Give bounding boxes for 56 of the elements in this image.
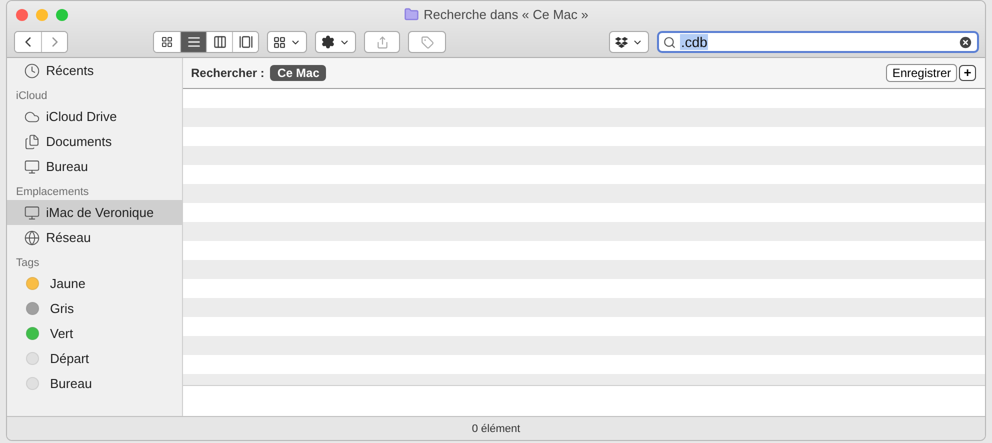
clear-icon[interactable] <box>958 34 973 50</box>
clock-icon <box>24 62 40 78</box>
sidebar-item[interactable]: Documents <box>7 129 182 154</box>
sidebar-item-label: Départ <box>50 351 90 366</box>
tag-icon <box>420 36 434 48</box>
window-title: Recherche dans « Ce Mac » <box>424 7 588 22</box>
sidebar-item-label: Bureau <box>46 159 88 174</box>
sidebar-item[interactable]: Jaune <box>7 271 182 296</box>
sidebar-item[interactable]: Vert <box>7 321 182 346</box>
desktop-icon <box>24 158 40 174</box>
dropbox-button[interactable] <box>608 31 649 53</box>
gallery-icon <box>238 35 253 49</box>
sidebar-section-title: Emplacements <box>15 185 90 200</box>
sidebar-item[interactable]: Réseau <box>7 225 182 250</box>
sidebar-section-title: iCloud <box>15 89 48 104</box>
globe-icon <box>24 230 40 246</box>
group-button[interactable] <box>267 31 308 53</box>
sidebar-item-label: Réseau <box>46 230 91 245</box>
sidebar-section-title: Tags <box>15 256 40 271</box>
sidebar-item-label: Bureau <box>50 376 92 391</box>
sidebar-item-label: Vert <box>50 326 74 341</box>
view-button[interactable] <box>180 32 206 52</box>
grid-icon <box>273 36 286 48</box>
sidebar-item[interactable]: Récents <box>7 58 182 83</box>
search-icon <box>662 36 676 48</box>
computer-icon <box>24 204 40 220</box>
sidebar-item-label: iMac de Veronique <box>46 205 154 220</box>
view-switcher[interactable] <box>153 31 260 53</box>
add-button[interactable]: + <box>959 65 976 81</box>
sidebar-item-label: Jaune <box>50 276 86 291</box>
folder-icon <box>404 7 419 22</box>
sidebar-item-label: Gris <box>50 301 74 316</box>
search-query: .cdb <box>680 34 708 50</box>
sidebar-item[interactable]: iMac de Veronique <box>7 200 182 225</box>
action-button[interactable] <box>315 31 356 53</box>
sidebar-item-label: Documents <box>46 134 112 149</box>
sidebar-item[interactable]: iCloud Drive <box>7 104 182 129</box>
search-field[interactable]: .cdb <box>656 31 979 53</box>
share-icon <box>376 36 389 48</box>
sidebar-item-label: Récents <box>46 63 94 78</box>
scope-button[interactable]: Ce Mac <box>270 65 326 81</box>
columns-icon <box>212 35 227 49</box>
view-button[interactable] <box>232 32 258 52</box>
documents-icon <box>24 134 40 150</box>
gear-icon <box>321 35 336 49</box>
dropbox-icon <box>614 36 628 48</box>
sidebar-item[interactable]: Départ <box>7 346 182 371</box>
sidebar-item[interactable]: Gris <box>7 296 182 321</box>
item-count: 0 élément <box>472 422 520 434</box>
sidebar-item[interactable]: Bureau <box>7 371 182 396</box>
grid-icon <box>161 36 174 48</box>
sidebar-item[interactable]: Bureau <box>7 154 182 179</box>
list-icon <box>186 35 201 49</box>
scope-label: Rechercher : <box>191 66 264 80</box>
save-button[interactable]: Enregistrer <box>886 64 957 82</box>
sidebar-item-label: iCloud Drive <box>46 109 117 124</box>
